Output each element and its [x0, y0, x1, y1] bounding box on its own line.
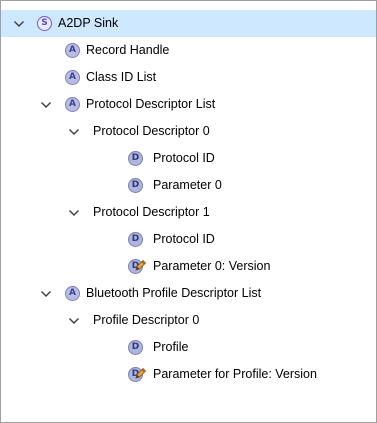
chevron-down-icon[interactable] — [67, 199, 81, 226]
data-element-icon: D — [128, 232, 143, 247]
tree-node-label: Profile — [153, 340, 189, 354]
tree-node-protocol-descriptor-list[interactable]: A Protocol Descriptor List — [1, 91, 376, 118]
tree-node-bluetooth-profile-descriptor-list[interactable]: A Bluetooth Profile Descriptor List — [1, 280, 376, 307]
tree-node-label: Protocol Descriptor 1 — [93, 205, 210, 219]
service-icon: S — [37, 16, 52, 31]
tree-node-label: Parameter for Profile: Version — [153, 367, 317, 381]
chevron-down-icon[interactable] — [39, 91, 53, 118]
data-element-edit-icon: D — [128, 258, 146, 276]
tree-node-label: Profile Descriptor 0 — [93, 313, 200, 327]
attribute-icon: A — [65, 43, 80, 58]
tree-node-label: A2DP Sink — [58, 16, 119, 30]
tree-node-label: Protocol ID — [153, 151, 215, 165]
pencil-icon — [135, 367, 146, 379]
attribute-icon: A — [65, 286, 80, 301]
pencil-icon — [135, 259, 146, 271]
data-element-icon: D — [128, 178, 143, 193]
tree-node-label: Record Handle — [86, 43, 170, 57]
tree-node-label: Parameter 0: Version — [153, 259, 271, 273]
tree-node-protocol-id[interactable]: D Protocol ID — [1, 226, 376, 253]
tree-node-parameter-0[interactable]: D Parameter 0 — [1, 172, 376, 199]
tree-node-protocol-descriptor-0[interactable]: Protocol Descriptor 0 — [1, 118, 376, 145]
tree-node-label: Bluetooth Profile Descriptor List — [86, 286, 262, 300]
tree-node-protocol-id[interactable]: D Protocol ID — [1, 145, 376, 172]
chevron-down-icon[interactable] — [12, 10, 26, 37]
data-element-edit-icon: D — [128, 366, 146, 384]
attribute-icon: A — [65, 70, 80, 85]
tree-node-a2dp-sink[interactable]: S A2DP Sink — [1, 10, 376, 37]
sdp-record-tree: S A2DP Sink A Record Handle A Class ID L… — [0, 0, 377, 423]
data-element-icon: D — [128, 151, 143, 166]
attribute-icon: A — [65, 97, 80, 112]
tree-node-label: Protocol ID — [153, 232, 215, 246]
tree-node-label: Protocol Descriptor List — [86, 97, 216, 111]
data-element-icon: D — [128, 340, 143, 355]
tree-node-profile[interactable]: D Profile — [1, 334, 376, 361]
tree-node-profile-descriptor-0[interactable]: Profile Descriptor 0 — [1, 307, 376, 334]
tree-node-protocol-descriptor-1[interactable]: Protocol Descriptor 1 — [1, 199, 376, 226]
tree-node-parameter-0-version[interactable]: D Parameter 0: Version — [1, 253, 376, 280]
tree-node-label: Protocol Descriptor 0 — [93, 124, 210, 138]
chevron-down-icon[interactable] — [67, 307, 81, 334]
tree-node-class-id-list[interactable]: A Class ID List — [1, 64, 376, 91]
tree-node-record-handle[interactable]: A Record Handle — [1, 37, 376, 64]
chevron-down-icon[interactable] — [39, 280, 53, 307]
tree-node-label: Parameter 0 — [153, 178, 222, 192]
chevron-down-icon[interactable] — [67, 118, 81, 145]
tree-node-parameter-for-profile-version[interactable]: D Parameter for Profile: Version — [1, 361, 376, 388]
tree-node-label: Class ID List — [86, 70, 157, 84]
